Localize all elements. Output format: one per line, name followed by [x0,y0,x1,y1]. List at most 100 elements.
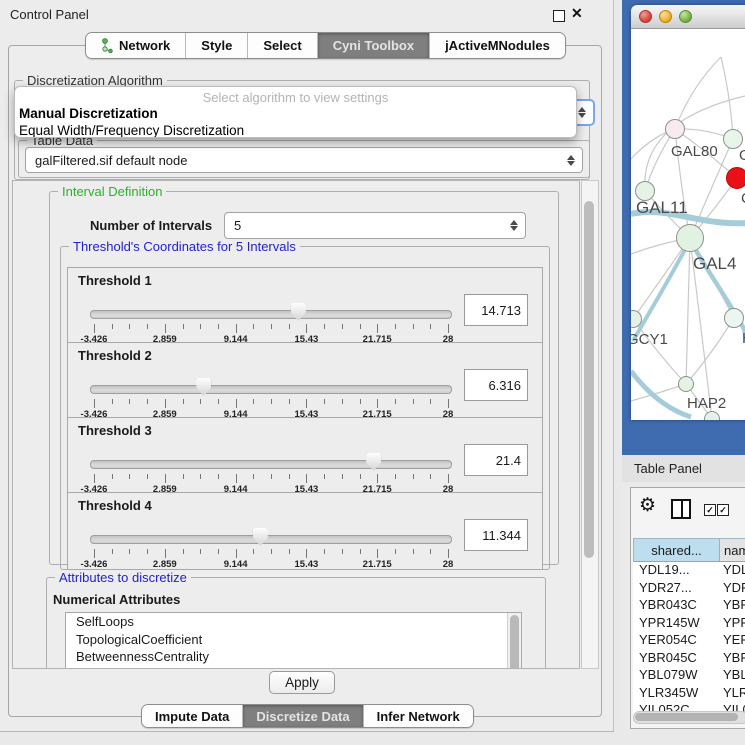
tab-impute-data[interactable]: Impute Data [142,705,243,727]
cell-shared-name[interactable]: YBR045C [633,650,718,668]
dropdown-item-manual-discretization[interactable]: Manual Discretization [15,105,576,122]
threshold-value-field[interactable]: 6.316 [464,369,528,401]
attributes-list-items: SelfLoopsTopologicalCoefficientBetweenne… [66,613,521,666]
list-item[interactable]: SelfLoops [66,613,521,631]
split-view-icon[interactable] [671,499,691,519]
table-row[interactable]: YLR345WYLR3 [633,685,745,703]
network-canvas[interactable]: GAL80GACGAL11GAL4GCY1HHAP2 [631,29,745,420]
slider[interactable] [94,527,448,547]
cell-name[interactable]: YBL0 [718,667,745,685]
slider-track[interactable] [90,310,452,319]
tab-discretize-data[interactable]: Discretize Data [243,705,363,727]
table-row[interactable]: YBR043CYBR0 [633,597,745,615]
table-row[interactable]: YPR145WYPR1 [633,615,745,633]
cell-name[interactable]: YDR2 [718,580,745,598]
tab-jactivemnodules[interactable]: jActiveMNodules [430,33,565,58]
cell-name[interactable]: YBR0 [718,650,745,668]
tab-cyni-toolbox[interactable]: Cyni Toolbox [318,33,430,58]
scrollbar-thumb[interactable] [510,615,519,669]
table-row[interactable]: YDL19...YDL1 [633,562,745,580]
gear-icon[interactable]: ⚙ [639,494,656,517]
close-icon[interactable]: ✕ [571,5,583,22]
threshold-4-box: Threshold 4-3.4262.8599.14415.4321.71528… [67,492,543,570]
table-panel-body: ⚙ ✓ ✓ shared... name YDL19...YDL1YDR27..… [622,482,745,727]
table-row[interactable]: YDR27...YDR2 [633,580,745,598]
node-HAP2[interactable] [678,376,694,392]
slider-track[interactable] [90,460,452,469]
window-title: Control Panel [10,7,89,22]
tab-select[interactable]: Select [248,33,317,58]
float-window-icon[interactable] [553,10,565,22]
slider[interactable] [94,302,448,322]
node-GAL4[interactable] [676,224,704,252]
cell-shared-name[interactable]: YDR27... [633,580,718,598]
cell-name[interactable]: YER0 [718,632,745,650]
node-C[interactable] [726,167,745,189]
table-row[interactable]: YBR045CYBR0 [633,650,745,668]
apply-button[interactable]: Apply [269,671,335,694]
node-table[interactable]: shared... name YDL19...YDL1YDR27...YDR2Y… [633,538,745,720]
cell-shared-name[interactable]: YER054C [633,632,718,650]
number-of-intervals-value: 5 [225,218,507,233]
minimize-traffic-light-icon[interactable] [659,10,672,23]
control-panel-tabbar: Network Style Select Cyni Toolbox jActiv… [85,32,566,59]
tab-network-label: Network [119,38,170,53]
cell-shared-name[interactable]: YBL079W [633,667,718,685]
tick-label: 15.43 [295,559,319,570]
dropdown-item-equal-width[interactable]: Equal Width/Frequency Discretization [15,122,576,138]
slider-track[interactable] [90,385,452,394]
network-window-titlebar[interactable] [631,5,745,29]
cell-shared-name[interactable]: YDL19... [633,562,718,580]
thresholds-group-title: Threshold's Coordinates for 5 Intervals [69,239,300,254]
number-of-intervals-combobox[interactable]: 5 [224,212,526,239]
combobox-stepper-icon [564,155,578,166]
cell-name[interactable]: YLR3 [718,685,745,703]
tab-style[interactable]: Style [186,33,248,58]
select-columns-icon[interactable]: ✓ [717,504,729,516]
node-table-container: ⚙ ✓ ✓ shared... name YDL19...YDL1YDR27..… [630,487,745,729]
tab-infer-network[interactable]: Infer Network [364,705,473,727]
table-hscrollbar[interactable] [633,711,745,724]
settings-scroll-panel: Interval Definition Number of Intervals … [12,180,580,669]
list-item[interactable]: TopologicalCoefficient [66,631,521,649]
scrollbar-thumb[interactable] [635,713,738,721]
scrollbar-thumb[interactable] [584,201,594,558]
table-row[interactable]: YBL079WYBL0 [633,667,745,685]
numerical-attributes-label: Numerical Attributes [53,592,180,607]
zoom-traffic-light-icon[interactable] [679,10,692,23]
tick-label: 2.859 [153,559,177,570]
threshold-value-field[interactable]: 21.4 [464,444,528,476]
node-label: GAL11 [636,198,688,218]
cell-name[interactable]: YPR1 [718,615,745,633]
slider-ticks [94,399,448,408]
tab-network[interactable]: Network [86,33,186,58]
cell-shared-name[interactable]: YLR345W [633,685,718,703]
cell-shared-name[interactable]: YBR043C [633,597,718,615]
threshold-value-field[interactable]: 11.344 [464,519,528,551]
slider-track[interactable] [90,535,452,544]
panel-scrollbar[interactable] [581,180,599,669]
cell-shared-name[interactable]: YPR145W [633,615,718,633]
node-H[interactable] [724,308,744,328]
column-header-name[interactable]: name [720,539,745,561]
slider-ticks [94,549,448,558]
slider[interactable] [94,452,448,472]
node[interactable] [704,411,720,420]
threshold-2-box: Threshold 2-3.4262.8599.14415.4321.71528… [67,342,543,420]
node-GA[interactable] [723,129,743,149]
algorithm-dropdown-popup: Select algorithm to view settings Manual… [14,86,577,138]
list-item[interactable]: BetweennessCentrality [66,648,521,666]
slider[interactable] [94,377,448,397]
select-columns-icon[interactable]: ✓ [704,504,716,516]
node-GAL80[interactable] [665,119,685,139]
table-row[interactable]: YER054CYER0 [633,632,745,650]
threshold-label: Threshold 2 [78,348,152,363]
table-data-combobox[interactable]: galFiltered.sif default node [25,147,583,173]
numerical-attributes-list[interactable]: SelfLoopsTopologicalCoefficientBetweenne… [65,612,522,669]
cell-name[interactable]: YBR0 [718,597,745,615]
threshold-value-field[interactable]: 14.713 [464,294,528,326]
column-header-shared-name[interactable]: shared... [634,539,720,561]
close-traffic-light-icon[interactable] [639,10,652,23]
cell-name[interactable]: YDL1 [718,562,745,580]
attributes-list-scrollbar[interactable] [507,613,521,669]
